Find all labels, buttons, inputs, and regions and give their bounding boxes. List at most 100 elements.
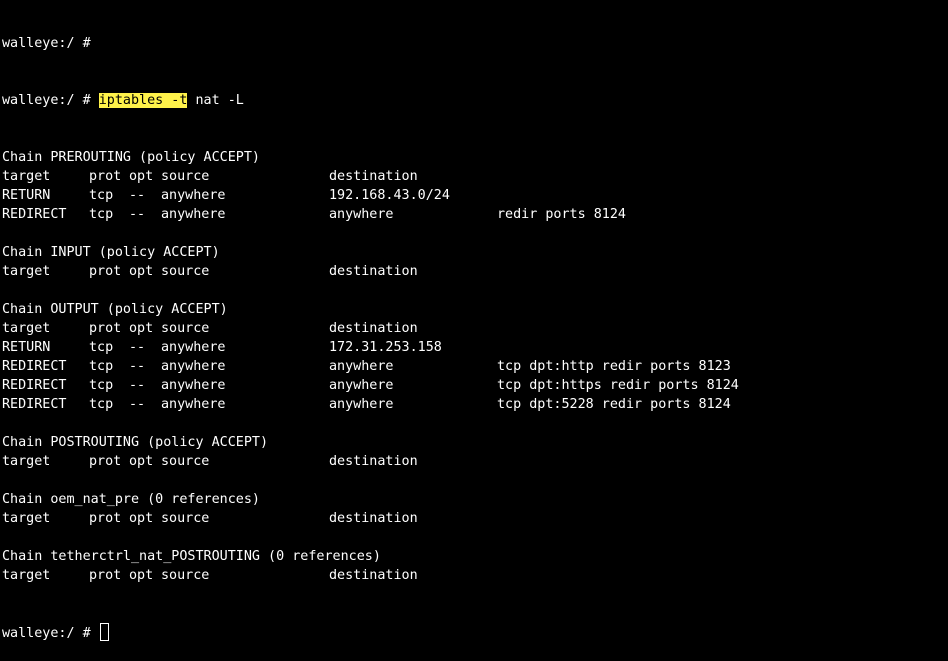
rule-source: anywhere (161, 359, 226, 374)
header-opt: opt (129, 454, 154, 469)
rule-row: RETURN tcp -- anywhere 172.31.253.158 (2, 338, 948, 357)
header-source: source (161, 169, 210, 184)
chain-header-row: target prot opt source destination (2, 452, 948, 471)
header-opt: opt (129, 568, 154, 583)
rule-prot: tcp (89, 359, 114, 374)
rule-extra: tcp dpt:http redir ports 8123 (497, 359, 731, 374)
header-destination: destination (329, 568, 418, 583)
rule-opt: -- (129, 188, 146, 203)
chain-header-row: target prot opt source destination (2, 566, 948, 585)
rule-source: anywhere (161, 188, 226, 203)
highlighted-command: iptables -t (98, 93, 188, 108)
chain-header-row: target prot opt source destination (2, 319, 948, 338)
text-cursor[interactable] (99, 623, 109, 641)
rule-target: RETURN (2, 188, 51, 203)
rule-destination: anywhere (329, 397, 394, 412)
chain-header-row: target prot opt source destination (2, 167, 948, 186)
rule-extra: tcp dpt:5228 redir ports 8124 (497, 397, 731, 412)
header-source: source (161, 321, 210, 336)
rule-row: REDIRECT tcp -- anywhere anywhere tcp dpt:htt… (2, 376, 948, 395)
prompt: walleye:/ # (2, 626, 91, 641)
chain-title: Chain OUTPUT (policy ACCEPT) (2, 300, 948, 319)
header-source: source (161, 264, 210, 279)
rule-target: REDIRECT (2, 378, 67, 393)
rule-destination: anywhere (329, 207, 394, 222)
chain-title: Chain oem_nat_pre (0 references) (2, 490, 948, 509)
rule-prot: tcp (89, 207, 114, 222)
rule-source: anywhere (161, 397, 226, 412)
header-prot: prot (89, 511, 122, 526)
header-prot: prot (89, 568, 122, 583)
header-target: target (2, 321, 51, 336)
header-opt: opt (129, 511, 154, 526)
header-prot: prot (89, 321, 122, 336)
header-target: target (2, 511, 51, 526)
rule-prot: tcp (89, 340, 114, 355)
chain-title-text: Chain INPUT (policy ACCEPT) (2, 245, 220, 260)
header-destination: destination (329, 169, 418, 184)
chain-title: Chain POSTROUTING (policy ACCEPT) (2, 433, 948, 452)
current-prompt-line[interactable]: walleye:/ # (2, 623, 948, 642)
rule-opt: -- (129, 359, 146, 374)
rule-target: REDIRECT (2, 359, 67, 374)
rule-row: REDIRECT tcp -- anywhere anywhere redir ports… (2, 205, 948, 224)
rule-source: anywhere (161, 207, 226, 222)
header-target: target (2, 454, 51, 469)
rule-extra: redir ports 8124 (497, 207, 626, 222)
rule-destination: 172.31.253.158 (329, 340, 442, 355)
chain-title-text: Chain OUTPUT (policy ACCEPT) (2, 302, 228, 317)
rule-source: anywhere (161, 340, 226, 355)
header-destination: destination (329, 264, 418, 279)
rule-destination: 192.168.43.0/24 (329, 188, 450, 203)
rule-target: REDIRECT (2, 207, 67, 222)
rule-opt: -- (129, 378, 146, 393)
rule-row: RETURN tcp -- anywhere 192.168.43.0/24 (2, 186, 948, 205)
rule-target: REDIRECT (2, 397, 67, 412)
header-source: source (161, 454, 210, 469)
chain-title-text: Chain oem_nat_pre (0 references) (2, 492, 260, 507)
chain-title-text: Chain POSTROUTING (policy ACCEPT) (2, 435, 269, 450)
rule-extra: tcp dpt:https redir ports 8124 (497, 378, 739, 393)
header-source: source (161, 511, 210, 526)
header-opt: opt (129, 264, 154, 279)
rule-opt: -- (129, 397, 146, 412)
chain-header-row: target prot opt source destination (2, 509, 948, 528)
chain-title: Chain INPUT (policy ACCEPT) (2, 243, 948, 262)
rule-prot: tcp (89, 397, 114, 412)
prompt: walleye:/ # (2, 93, 91, 108)
rule-destination: anywhere (329, 378, 394, 393)
chain-title: Chain PREROUTING (policy ACCEPT) (2, 148, 948, 167)
header-target: target (2, 169, 51, 184)
header-target: target (2, 264, 51, 279)
header-prot: prot (89, 264, 122, 279)
rule-prot: tcp (89, 378, 114, 393)
iptables-output: Chain PREROUTING (policy ACCEPT) target pr… (2, 148, 948, 585)
rule-destination: anywhere (329, 359, 394, 374)
rule-target: RETURN (2, 340, 51, 355)
header-destination: destination (329, 321, 418, 336)
header-prot: prot (89, 169, 122, 184)
prompt: walleye:/ # (2, 36, 91, 51)
header-opt: opt (129, 321, 154, 336)
header-source: source (161, 568, 210, 583)
header-prot: prot (89, 454, 122, 469)
rule-opt: -- (129, 207, 146, 222)
header-target: target (2, 568, 51, 583)
rule-opt: -- (129, 340, 146, 355)
chain-title-text: Chain PREROUTING (policy ACCEPT) (2, 150, 260, 165)
chain-title-text: Chain tetherctrl_nat_POSTROUTING (0 refe… (2, 549, 381, 564)
chain-header-row: target prot opt source destination (2, 262, 948, 281)
rule-row: REDIRECT tcp -- anywhere anywhere tcp dpt:522… (2, 395, 948, 414)
command-line: walleye:/ # iptables -t nat -L (2, 91, 948, 110)
rule-row: REDIRECT tcp -- anywhere anywhere tcp dpt:htt… (2, 357, 948, 376)
terminal-window[interactable]: walleye:/ # walleye:/ # iptables -t nat … (2, 0, 948, 661)
header-destination: destination (329, 454, 418, 469)
command-args: nat -L (187, 93, 244, 108)
chain-title: Chain tetherctrl_nat_POSTROUTING (0 refe… (2, 547, 948, 566)
rule-source: anywhere (161, 378, 226, 393)
previous-prompt-line: walleye:/ # (2, 34, 948, 53)
